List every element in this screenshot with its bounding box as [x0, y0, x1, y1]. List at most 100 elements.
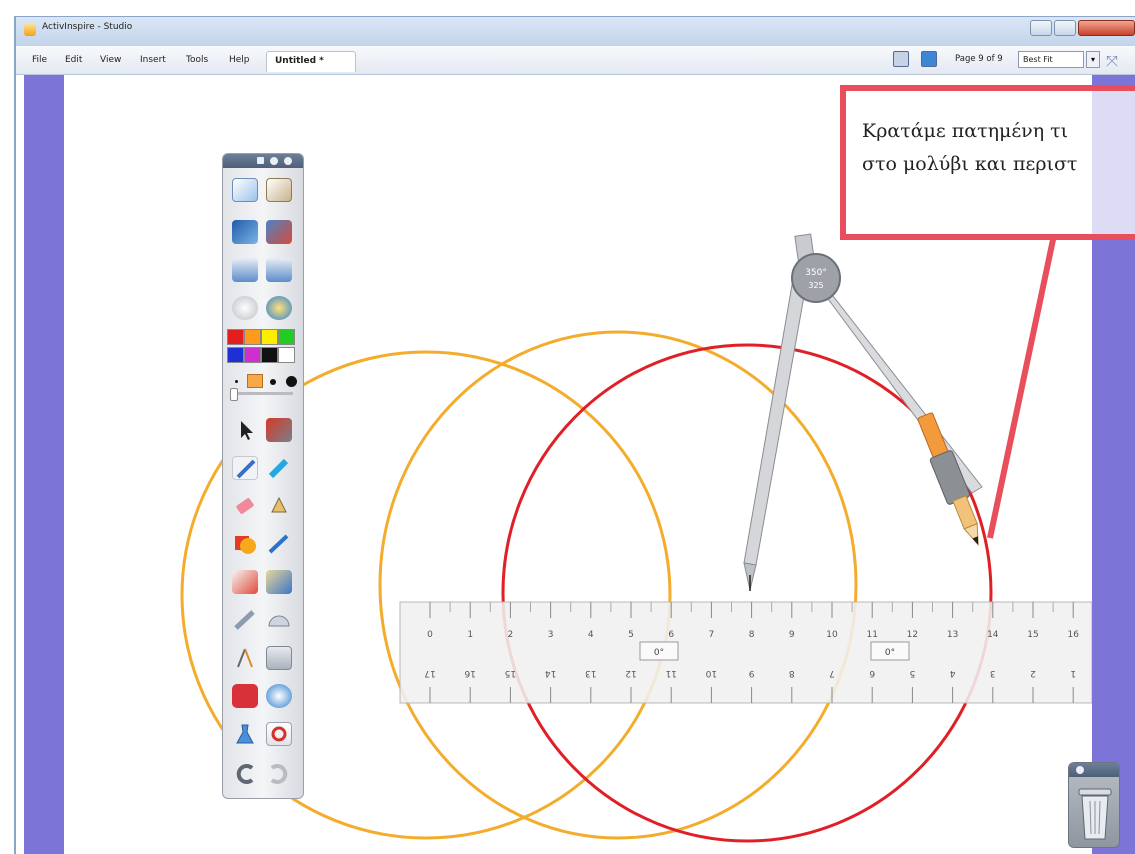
document-tab[interactable]: Untitled *: [266, 51, 356, 72]
calculator-icon[interactable]: [266, 646, 292, 670]
menu-edit[interactable]: Edit: [65, 55, 82, 65]
page-browser-icon[interactable]: [232, 178, 258, 202]
resource-browser-icon[interactable]: [232, 570, 258, 594]
record-icon[interactable]: [232, 296, 258, 320]
trash-can-icon[interactable]: [1077, 787, 1113, 843]
pen-width-medium[interactable]: [270, 379, 276, 385]
ruler-bottom-label: 4: [949, 668, 955, 678]
title-bar: [14, 16, 1135, 46]
ruler-top-label: 8: [749, 630, 755, 640]
chevron-down-icon[interactable]: ▾: [1086, 51, 1100, 68]
close-button[interactable]: [1078, 20, 1135, 36]
callout-pointer-line: [987, 234, 1057, 539]
ruler-top-label: 7: [709, 630, 715, 640]
ruler-top-label: 13: [947, 630, 958, 640]
color-swatch[interactable]: [244, 347, 261, 363]
pen-icon[interactable]: [232, 456, 258, 480]
instruction-callout: Κρατάμε πατημένη τι στο μολύβι και περισ…: [840, 85, 1135, 240]
color-swatch[interactable]: [261, 329, 278, 345]
experiment-icon[interactable]: [232, 722, 258, 746]
trash-header: [1069, 763, 1119, 777]
ruler-bottom-label: 16: [464, 668, 476, 678]
redo-icon[interactable]: [266, 762, 292, 786]
color-swatch[interactable]: [227, 329, 244, 345]
ruler-bottom-label: 3: [990, 668, 996, 678]
spotlight-icon[interactable]: [266, 684, 292, 708]
menu-file[interactable]: File: [32, 55, 47, 65]
magic-ink-icon[interactable]: [232, 608, 258, 632]
tools-icon[interactable]: [266, 418, 292, 442]
page-indicator: Page 9 of 9: [955, 54, 1003, 64]
restore-button[interactable]: [1054, 20, 1076, 36]
menu-view[interactable]: View: [100, 55, 121, 65]
zoom-select[interactable]: Best Fit: [1018, 51, 1084, 68]
ruler-bottom-label: 1: [1070, 668, 1076, 678]
main-toolbox[interactable]: [222, 153, 304, 799]
callout-overlay: [1092, 91, 1135, 234]
toolbox-close-icon[interactable]: [284, 157, 292, 165]
shape-icon[interactable]: [232, 532, 258, 556]
ruler-angle-badge-right: 0°: [885, 648, 895, 658]
ruler-bottom-label: 8: [789, 668, 795, 678]
previous-page-icon[interactable]: [232, 258, 258, 282]
menu-help[interactable]: Help: [229, 55, 250, 65]
ruler-tool-icon[interactable]: [266, 608, 292, 632]
undo-icon[interactable]: [232, 762, 258, 786]
desktop-tools-icon[interactable]: [266, 220, 292, 244]
ruler-bottom-label: 10: [705, 668, 717, 678]
dice-icon[interactable]: [232, 684, 258, 708]
app-logo-icon: [24, 24, 36, 36]
highlighter-icon[interactable]: [266, 456, 292, 480]
select-icon[interactable]: [232, 418, 258, 442]
ruler-bottom-label: 14: [545, 668, 557, 678]
fullscreen-icon[interactable]: ⤧: [1106, 52, 1118, 70]
trash-pin-icon[interactable]: [1076, 766, 1084, 774]
trash-panel[interactable]: [1068, 762, 1120, 848]
menu-insert[interactable]: Insert: [140, 55, 166, 65]
compass-tool-icon[interactable]: [232, 646, 258, 670]
annotate-desktop-icon[interactable]: [232, 220, 258, 244]
toolbox-header[interactable]: [223, 154, 303, 168]
toolbox-menu-icon[interactable]: [257, 157, 264, 164]
ruler-top-label: 0: [427, 630, 433, 640]
ruler-top-label: 15: [1027, 630, 1038, 640]
pen-width-large[interactable]: [286, 376, 297, 387]
ruler-top-label: 12: [907, 630, 918, 640]
orange-circle-middle: [378, 330, 858, 840]
animation-icon[interactable]: [266, 570, 292, 594]
ruler-bottom-label: 17: [424, 668, 435, 678]
ruler-top-label: 16: [1067, 630, 1079, 640]
menu-tools[interactable]: Tools: [186, 55, 208, 65]
dual-user-icon[interactable]: [921, 51, 937, 67]
color-swatch[interactable]: [261, 347, 278, 363]
ruler-top-label: 3: [548, 630, 554, 640]
eraser-icon[interactable]: [232, 494, 258, 518]
ruler-top-label: 1: [467, 630, 473, 640]
color-swatch[interactable]: [278, 347, 295, 363]
fill-icon[interactable]: [266, 494, 292, 518]
internet-icon[interactable]: [266, 296, 292, 320]
color-swatch[interactable]: [278, 329, 295, 345]
ruler-bottom-label: 13: [585, 668, 596, 678]
ruler-bottom-label: 11: [665, 668, 676, 678]
reset-page-icon[interactable]: [266, 722, 292, 746]
connector-icon[interactable]: [266, 532, 292, 556]
left-margin-bar: [24, 75, 64, 854]
minimize-button[interactable]: [1030, 20, 1052, 36]
ruler-top-label: 10: [826, 630, 838, 640]
ruler-top-label: 4: [588, 630, 594, 640]
pen-width-selected[interactable]: [247, 374, 263, 388]
width-slider-thumb[interactable]: [230, 388, 238, 401]
ruler-tool: 01234567891011121314151617 1716151413121…: [399, 601, 1092, 704]
ruler-bottom-label: 15: [505, 668, 516, 678]
user-profile-icon[interactable]: [266, 178, 292, 202]
ruler-top-label: 14: [987, 630, 999, 640]
page-browser-toggle-icon[interactable]: [893, 51, 909, 67]
next-page-icon[interactable]: [266, 258, 292, 282]
width-slider-track[interactable]: [231, 392, 293, 395]
ruler-top-label: 6: [668, 630, 674, 640]
pen-width-small[interactable]: [235, 380, 238, 383]
toolbox-pin-icon[interactable]: [270, 157, 278, 165]
color-swatch[interactable]: [227, 347, 244, 363]
color-swatch[interactable]: [244, 329, 261, 345]
